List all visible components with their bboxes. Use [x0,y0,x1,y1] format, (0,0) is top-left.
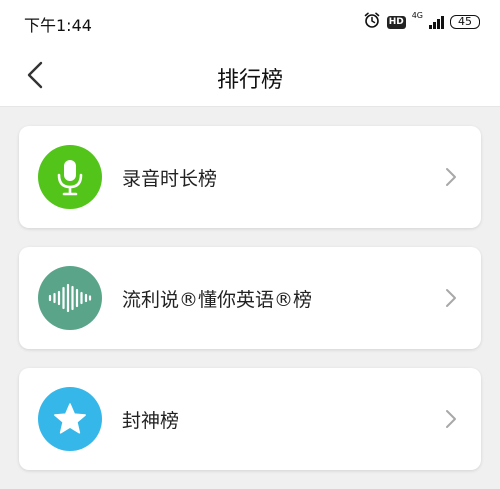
alarm-icon [363,11,381,33]
ranking-card-hall-of-fame[interactable]: 封神榜 [19,368,481,470]
ranking-label: 录音时长榜 [122,168,218,190]
status-bar: 下午1:44 HD 4G 45 [0,0,500,44]
sound-wave-icon [48,283,92,313]
chevron-right-icon [443,287,459,309]
microphone-icon [57,160,83,196]
network-label: 4G [411,11,423,20]
signal-icon [429,15,444,29]
page-title: 排行榜 [216,68,283,93]
star-icon [54,403,86,434]
battery-level: 45 [458,15,472,28]
ranking-icon-container [38,387,102,451]
status-time: 下午1:44 [24,16,92,35]
ranking-icon-container [38,266,102,330]
chevron-right-icon [443,166,459,188]
ranking-card-liulishuo[interactable]: 流利说®懂你英语®榜 [19,247,481,349]
status-icons: HD 4G 45 [363,10,480,34]
ranking-card-recording-duration[interactable]: 录音时长榜 [19,126,481,228]
hd-badge: HD [386,15,406,29]
ranking-icon-container [38,145,102,209]
ranking-label: 流利说®懂你英语®榜 [122,289,313,311]
ranking-label: 封神榜 [122,410,180,432]
battery-icon: 45 [450,15,480,29]
navigation-bar: 排行榜 [0,44,500,107]
chevron-right-icon [443,408,459,430]
